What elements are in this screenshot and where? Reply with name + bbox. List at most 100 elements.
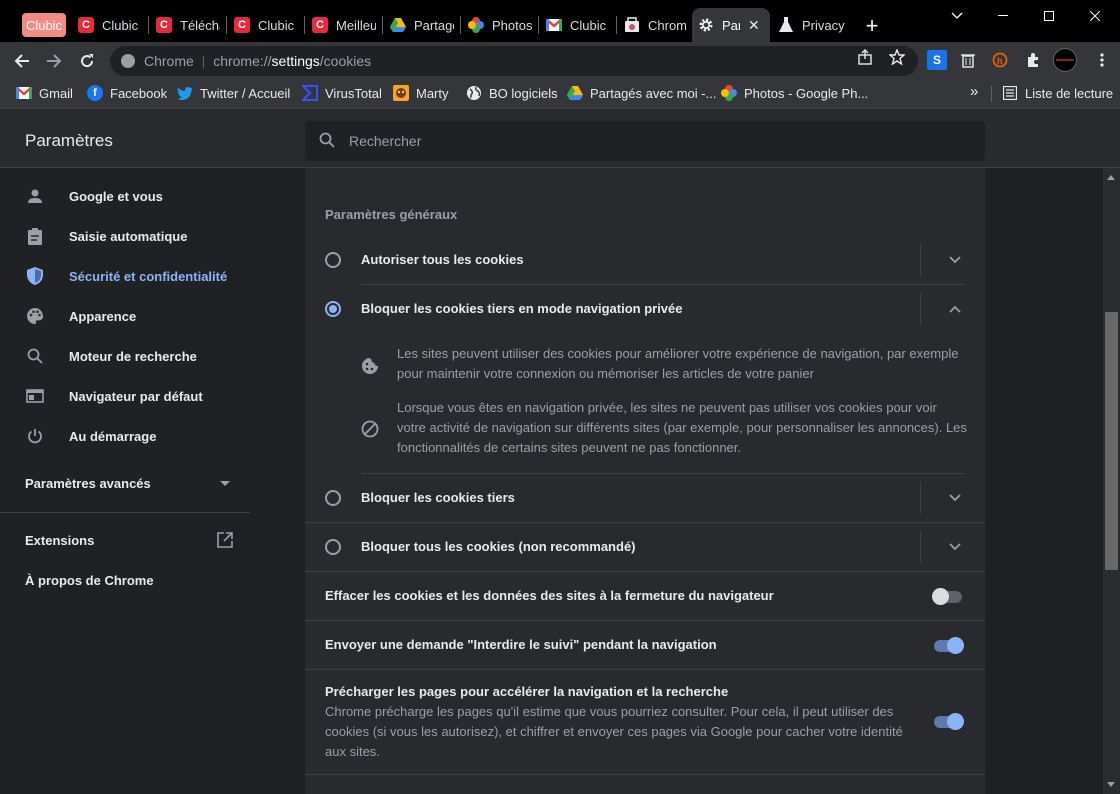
marty-icon — [393, 85, 409, 101]
search-icon — [25, 348, 45, 364]
close-tab-icon[interactable]: ✕ — [748, 17, 760, 34]
bookmark-facebook[interactable]: f Facebook — [87, 85, 167, 101]
bookmark-label: Partagés avec moi -... — [590, 85, 717, 101]
tab-title: Partagé — [414, 17, 454, 33]
clubic-icon: C — [234, 17, 250, 33]
divider — [305, 774, 985, 775]
detail-text: Lorsque vous êtes en navigation privée, … — [397, 400, 967, 455]
option-label: Bloquer tous les cookies (non recommandé… — [361, 539, 636, 554]
sidebar-item-google[interactable]: Google et vous — [0, 176, 260, 216]
sidebar-item-search-engine[interactable]: Moteur de recherche — [0, 336, 260, 376]
cookie-option-block-incognito[interactable]: Bloquer les cookies tiers en mode naviga… — [305, 284, 985, 333]
tab-clubic-2[interactable]: C Télécha — [150, 8, 226, 42]
open-in-new-icon[interactable] — [217, 532, 233, 551]
block-icon — [361, 420, 379, 441]
about-chrome-link[interactable]: À propos de Chrome — [25, 573, 154, 588]
tab-chrome-store[interactable]: Chrome — [618, 8, 692, 42]
tab-search-button[interactable] — [934, 0, 980, 32]
skype-extension-icon[interactable]: S — [927, 50, 947, 70]
address-bar[interactable]: Chrome | chrome://settings/cookies — [110, 46, 918, 76]
settings-search[interactable] — [305, 121, 985, 161]
sidebar-item-autofill[interactable]: Saisie automatique — [0, 216, 260, 256]
tab-drive[interactable]: Partagé — [384, 8, 460, 42]
tab-title: Clubic : — [570, 17, 610, 33]
radio-button[interactable] — [325, 300, 341, 317]
honey-extension-icon[interactable]: h — [990, 50, 1010, 70]
bookmark-virustotal[interactable]: VirusTotal — [302, 85, 382, 101]
scroll-up-arrow[interactable] — [1107, 175, 1115, 180]
plus-icon: + — [865, 13, 879, 38]
chevron-down-icon — [951, 12, 963, 19]
tab-photos[interactable]: Photos — [462, 8, 538, 42]
chevron-down-icon[interactable] — [947, 539, 963, 555]
sidebar-item-label: Sécurité et confidentialité — [69, 268, 228, 284]
minimize-icon — [998, 15, 1008, 16]
profile-avatar[interactable] — [1053, 48, 1077, 72]
section-title: Paramètres généraux — [325, 207, 458, 222]
sidebar-item-startup[interactable]: Au démarrage — [0, 416, 260, 456]
scrollbar-thumb[interactable] — [1105, 312, 1118, 570]
extensions-link[interactable]: Extensions — [25, 533, 94, 548]
close-window-button[interactable] — [1072, 0, 1118, 32]
radio-button[interactable] — [325, 251, 341, 268]
arrow-left-icon — [14, 54, 29, 68]
globe-icon — [466, 85, 482, 101]
tab-settings[interactable]: Para ✕ — [692, 8, 770, 42]
bookmarks-divider — [991, 86, 992, 102]
bookmark-star-icon[interactable] — [888, 48, 906, 69]
chevron-up-icon[interactable] — [947, 301, 963, 317]
toggle-preload[interactable] — [934, 713, 964, 730]
tab-privacy[interactable]: Privacy — [772, 8, 852, 42]
back-button[interactable] — [8, 47, 36, 75]
tab-gmail[interactable]: Clubic : — [540, 8, 616, 42]
bookmark-twitter[interactable]: Twitter / Accueil — [177, 85, 290, 101]
browser-toolbar: Chrome | chrome://settings/cookies S h — [0, 42, 1120, 80]
more-vert-icon — [1100, 53, 1104, 67]
search-input[interactable] — [349, 133, 949, 149]
cookie-option-block-third-party[interactable]: Bloquer les cookies tiers — [305, 473, 985, 522]
forward-button[interactable] — [40, 47, 68, 75]
sidebar-item-default-browser[interactable]: Navigateur par défaut — [0, 376, 260, 416]
bookmark-label: Photos - Google Ph... — [744, 85, 869, 101]
cookie-option-allow-all[interactable]: Autoriser tous les cookies — [305, 235, 985, 284]
bookmark-photos[interactable]: Photos - Google Ph... — [721, 85, 868, 101]
toggle-label: Précharger les pages pour accélérer la n… — [325, 684, 729, 699]
puzzle-extensions-icon[interactable] — [1023, 50, 1043, 70]
bookmark-partages[interactable]: Partagés avec moi -... — [567, 85, 716, 101]
new-tab-button[interactable]: + — [858, 12, 886, 40]
toggle-clear-on-exit[interactable] — [932, 588, 964, 605]
reload-button[interactable] — [73, 47, 101, 75]
bookmark-marty[interactable]: Marty — [393, 85, 449, 101]
sidebar-item-appearance[interactable]: Apparence — [0, 296, 260, 336]
sidebar-divider — [0, 512, 250, 513]
maximize-button[interactable] — [1026, 0, 1072, 32]
tab-title: Télécha — [180, 17, 220, 33]
advanced-settings-toggle[interactable]: Paramètres avancés — [25, 476, 151, 491]
bookmark-bo-logiciels[interactable]: BO logiciels — [466, 85, 558, 101]
chevron-down-icon[interactable] — [947, 490, 963, 506]
share-icon[interactable] — [857, 49, 873, 69]
trash-extension-icon[interactable] — [958, 50, 978, 70]
minimize-button[interactable] — [980, 0, 1026, 32]
caret-down-icon[interactable] — [220, 481, 230, 486]
bookmark-gmail[interactable]: Gmail — [16, 85, 73, 101]
reading-list-button[interactable]: Liste de lecture — [1002, 85, 1113, 101]
sidebar-item-security[interactable]: Sécurité et confidentialité — [0, 256, 260, 296]
tab-pinned-clubic[interactable]: Clubic — [22, 13, 66, 37]
tab-clubic-4[interactable]: C Meilleu — [306, 8, 382, 42]
radio-button[interactable] — [325, 489, 341, 506]
bookmarks-overflow-button[interactable]: » — [970, 83, 978, 100]
scroll-down-arrow[interactable] — [1107, 782, 1115, 787]
tab-strip: Clubic C Clubic C Télécha C Clubic C Meilleu… — [0, 0, 1120, 42]
sidebar-item-label: Moteur de recherche — [69, 348, 197, 364]
toggle-do-not-track[interactable] — [934, 637, 964, 654]
url-host: settings — [271, 53, 320, 69]
tab-clubic-3[interactable]: C Clubic — [228, 8, 304, 42]
radio-button[interactable] — [325, 538, 341, 555]
menu-button[interactable] — [1092, 50, 1112, 70]
tab-title: Photos — [492, 17, 532, 33]
cookie-option-block-all[interactable]: Bloquer tous les cookies (non recommandé… — [305, 522, 985, 571]
chevron-down-icon[interactable] — [947, 252, 963, 268]
toggle-description: Chrome précharge les pages qu'il estime … — [325, 704, 903, 759]
tab-clubic-1[interactable]: C Clubic — [72, 8, 148, 42]
